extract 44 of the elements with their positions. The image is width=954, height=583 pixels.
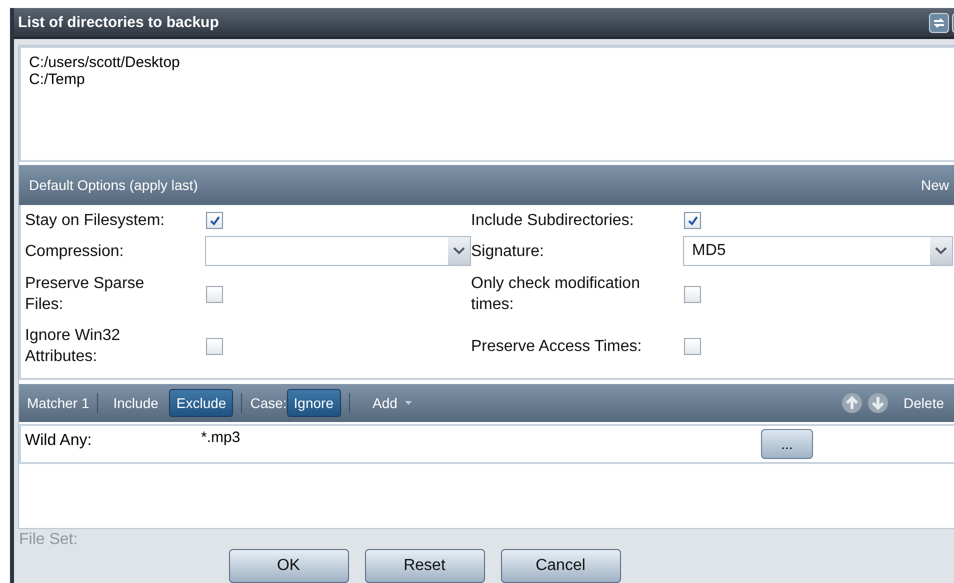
check-icon [686,214,698,226]
field-label: Signature: [471,242,545,262]
pattern-field[interactable]: *.mp3 [201,426,761,446]
chevron-down-icon [453,247,465,255]
dialog-button[interactable]: OK [228,549,348,583]
refresh-icon[interactable] [929,12,949,32]
checkbox[interactable] [684,212,701,229]
checkbox[interactable] [206,212,223,229]
field-label: Preserve Access Times: [471,336,643,356]
dialog-button[interactable]: Reset [364,549,484,583]
new-button[interactable]: New [920,177,949,193]
directory-list-field[interactable]: C:/users/scott/Desktop C:/Temp [19,46,954,162]
field-label: Ignore Win32 Attributes: [25,326,122,367]
directory-path: C:/users/scott/Desktop [29,54,181,71]
field-label: Preserve Sparse Files: [25,274,146,315]
add-button[interactable]: Add [366,389,420,417]
toggle-button[interactable]: Include [106,389,166,417]
checkbox[interactable] [684,338,701,354]
field-label: Compression: [25,242,125,262]
options-title: Default Options (apply last) [29,177,198,193]
field-label: Include Subdirectories: [471,211,635,231]
browse-button[interactable]: ... [761,429,813,459]
toggle-button[interactable]: Ignore [286,389,340,417]
directory-path: C:/Temp [29,71,86,88]
delete-button[interactable]: Delete [896,389,951,417]
background-label: File Set: [19,531,78,549]
arrow-up-icon[interactable] [840,392,863,414]
case-label: Case: [250,395,287,411]
field-label: Stay on Filesystem: [25,211,166,231]
toggle-button[interactable]: Exclude [169,389,234,417]
matcher-title: Matcher 1 [27,395,90,411]
checkbox[interactable] [684,286,701,302]
field-label: Only check modification times: [471,274,641,315]
rule-label: Wild Any: [24,431,93,450]
window-title: List of directories to backup [18,14,220,31]
chevron-down-icon [935,247,947,255]
caret-icon [405,401,412,405]
dropdown-field[interactable]: MD5 [683,236,953,266]
dropdown-field[interactable] [205,236,471,266]
check-icon [208,214,220,226]
checkbox[interactable] [206,338,223,354]
arrow-down-icon[interactable] [866,392,889,414]
dialog-button[interactable]: Cancel [500,549,620,583]
checkbox[interactable] [206,286,223,302]
